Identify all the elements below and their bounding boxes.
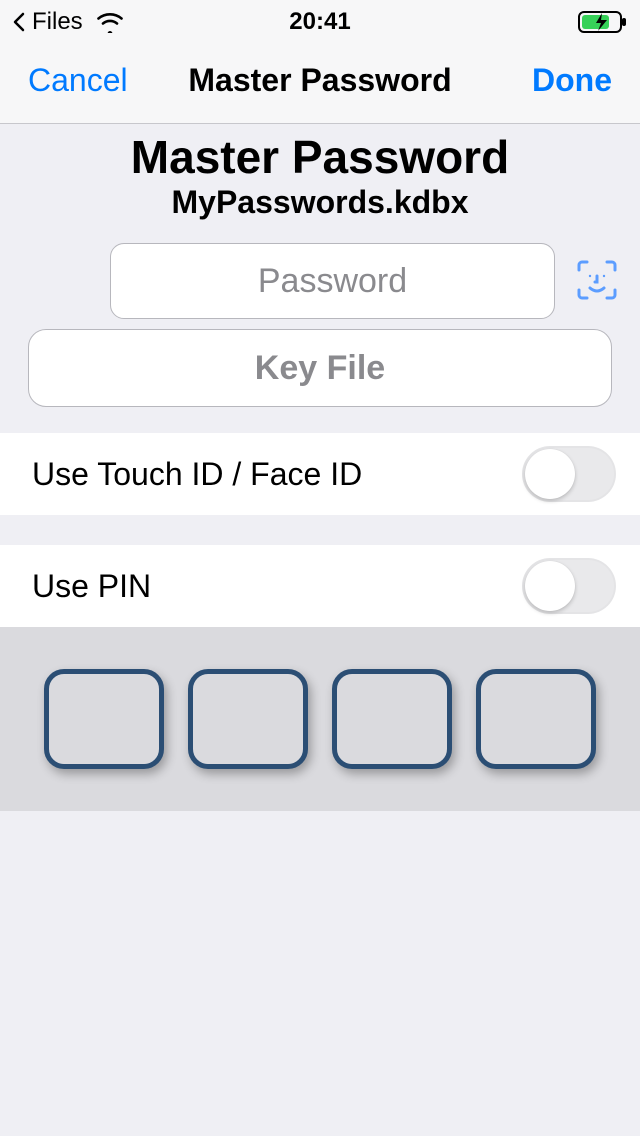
back-to-app-label[interactable]: Files — [32, 8, 83, 36]
header-block: Master Password MyPasswords.kdbx — [0, 124, 640, 233]
pin-toggle-label: Use PIN — [32, 568, 151, 605]
done-button[interactable]: Done — [532, 62, 612, 99]
battery-charging-icon — [578, 10, 628, 34]
key-file-button[interactable]: Key File — [28, 329, 612, 407]
back-to-app-caret-icon[interactable] — [12, 12, 26, 32]
pin-digit-2[interactable] — [188, 669, 308, 769]
faceid-icon[interactable] — [575, 258, 619, 305]
pin-toggle[interactable] — [522, 558, 616, 614]
pin-digit-1[interactable] — [44, 669, 164, 769]
nav-bar: Cancel Master Password Done — [0, 44, 640, 124]
status-bar: Files 20:41 — [0, 0, 640, 44]
status-time: 20:41 — [192, 8, 448, 36]
database-filename: MyPasswords.kdbx — [20, 184, 620, 221]
nav-title: Master Password — [188, 62, 452, 99]
cancel-button[interactable]: Cancel — [28, 62, 128, 99]
master-password-input[interactable] — [110, 243, 555, 319]
pin-digit-4[interactable] — [476, 669, 596, 769]
setting-row-pin: Use PIN — [0, 545, 640, 627]
pin-entry-area — [0, 627, 640, 811]
wifi-icon — [95, 11, 125, 33]
pin-digit-3[interactable] — [332, 669, 452, 769]
setting-row-biometric: Use Touch ID / Face ID — [0, 433, 640, 515]
page-title: Master Password — [20, 130, 620, 184]
biometric-toggle[interactable] — [522, 446, 616, 502]
biometric-toggle-label: Use Touch ID / Face ID — [32, 456, 362, 493]
